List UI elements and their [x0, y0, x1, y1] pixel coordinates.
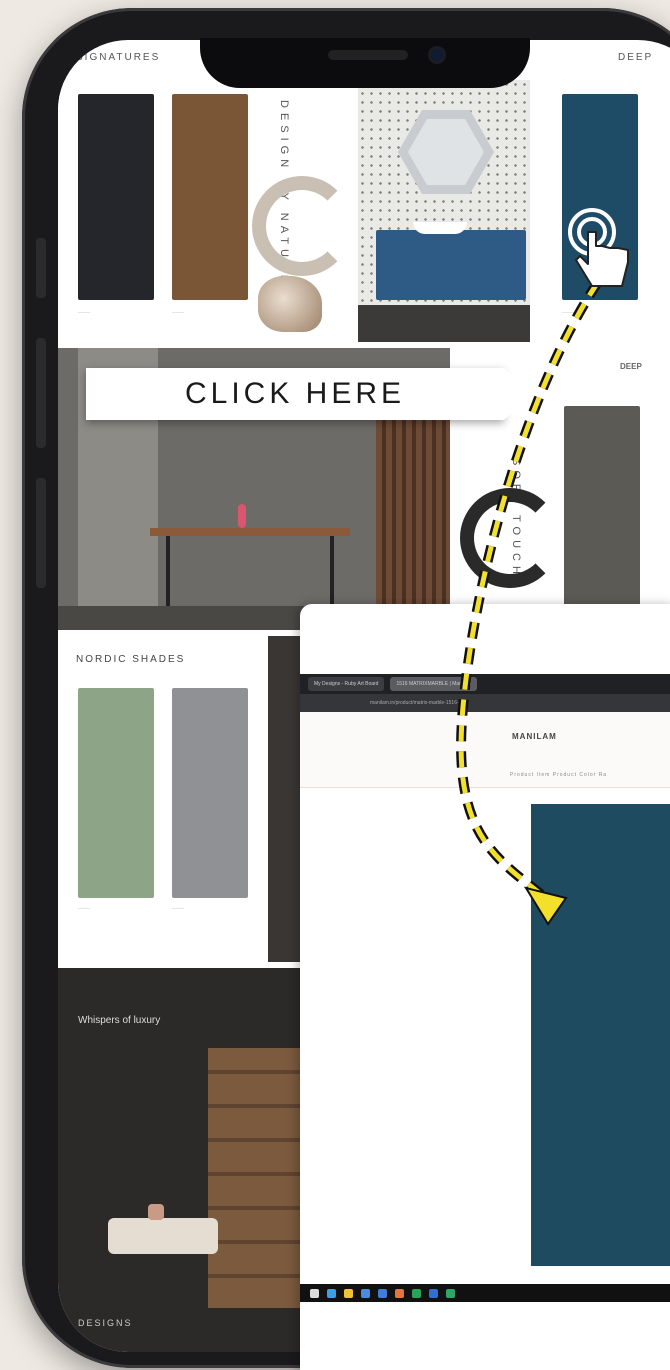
- tap-hand-icon: [568, 208, 629, 287]
- page: SIGNATURES DEEP ······ ······ DESIGN BY …: [0, 0, 670, 1370]
